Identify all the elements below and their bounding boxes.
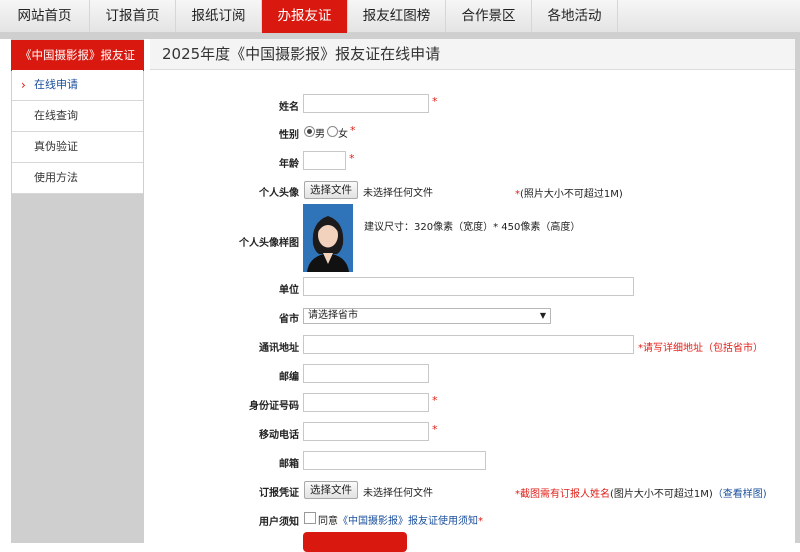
- avatar-label: 个人头像: [259, 188, 299, 199]
- unit-label: 单位: [279, 285, 299, 296]
- required-mark: *: [432, 423, 438, 436]
- voucher-file-status: 未选择任何文件: [363, 488, 433, 499]
- avatar-file-button[interactable]: 选择文件: [304, 181, 358, 199]
- email-input[interactable]: [303, 451, 486, 470]
- page-title: 2025年度《中国摄影报》报友证在线申请: [150, 39, 795, 70]
- sidebar-item-verify[interactable]: 真伪验证: [12, 132, 143, 163]
- avatar-note-text: (照片大小不可超过1M): [520, 189, 623, 200]
- voucher-note-red: 截图需有订报人姓名: [520, 489, 610, 500]
- nav-subscribe-home[interactable]: 订报首页: [90, 0, 176, 32]
- voucher-note-size: (图片大小不可超过1M): [610, 489, 713, 500]
- portrait-icon: [303, 204, 353, 272]
- sample-avatar-image: [303, 204, 353, 272]
- voucher-label: 订报凭证: [259, 488, 299, 499]
- nav-partner-scenic[interactable]: 合作景区: [446, 0, 532, 32]
- province-label: 省市: [279, 314, 299, 325]
- name-input[interactable]: [303, 94, 429, 113]
- avatar-file-status: 未选择任何文件: [363, 188, 433, 199]
- gender-label: 性别: [279, 130, 299, 141]
- sidebar-item-label: 真伪验证: [34, 140, 78, 153]
- usage-notice-link[interactable]: 《中国摄影报》报友证使用须知: [338, 516, 478, 527]
- idcard-input[interactable]: [303, 393, 429, 412]
- province-select-value: 请选择省市: [308, 310, 358, 321]
- sidebar-item-label: 在线申请: [34, 78, 78, 91]
- dropdown-arrow-icon: ▼: [539, 311, 546, 320]
- voucher-file-button[interactable]: 选择文件: [304, 481, 358, 499]
- gender-female-radio[interactable]: [327, 126, 338, 137]
- voucher-note: *截图需有订报人姓名(图片大小不可超过1M)（查看样图): [515, 485, 767, 500]
- submit-button[interactable]: [303, 532, 407, 552]
- sidebar-item-usage[interactable]: 使用方法: [12, 163, 143, 194]
- sample-avatar-label: 个人头像样图: [239, 238, 299, 249]
- nav-local-events[interactable]: 各地活动: [532, 0, 618, 32]
- gender-female-label: 女: [338, 129, 348, 140]
- required-mark: *: [350, 124, 356, 137]
- postcode-input[interactable]: [303, 364, 429, 383]
- sidebar-item-online-query[interactable]: 在线查询: [12, 101, 143, 132]
- unit-input[interactable]: [303, 277, 634, 296]
- postcode-label: 邮编: [279, 372, 299, 383]
- required-mark: *: [432, 95, 438, 108]
- notice-label: 用户须知: [259, 517, 299, 528]
- province-select[interactable]: 请选择省市 ▼: [303, 308, 551, 324]
- sidebar-item-label: 使用方法: [34, 171, 78, 184]
- agree-text: 同意《中国摄影报》报友证使用须知*: [318, 512, 483, 527]
- right-border: [795, 39, 800, 543]
- mobile-label: 移动电话: [259, 430, 299, 441]
- sample-size-note: 建议尺寸：320像素（宽度）* 450像素（高度）: [364, 222, 581, 233]
- address-input[interactable]: [303, 335, 634, 354]
- agree-prefix: 同意: [318, 516, 338, 527]
- gender-male-label: 男: [315, 129, 325, 140]
- mobile-input[interactable]: [303, 422, 429, 441]
- required-mark: *: [432, 394, 438, 407]
- email-label: 邮箱: [279, 459, 299, 470]
- avatar-note: *(照片大小不可超过1M): [515, 185, 623, 200]
- nav-home[interactable]: 网站首页: [0, 0, 90, 32]
- sidebar-header: 《中国摄影报》报友证: [11, 40, 144, 71]
- nav-reader-card[interactable]: 办报友证: [262, 0, 348, 34]
- idcard-label: 身份证号码: [249, 401, 299, 412]
- required-mark: *: [478, 516, 483, 527]
- sidebar: 《中国摄影报》报友证 › 在线申请 在线查询 真伪验证 使用方法: [11, 39, 144, 543]
- top-nav: 网站首页 订报首页 报纸订阅 办报友证 报友红图榜 合作景区 各地活动: [0, 0, 800, 34]
- chevron-right-icon: ›: [21, 78, 26, 92]
- sidebar-list: › 在线申请 在线查询 真伪验证 使用方法: [12, 70, 143, 194]
- required-mark: *: [349, 152, 355, 165]
- address-note: *请写详细地址（包括省市）: [638, 343, 763, 354]
- gender-male-radio[interactable]: [304, 126, 315, 137]
- age-label: 年龄: [279, 159, 299, 170]
- sidebar-item-online-apply[interactable]: › 在线申请: [12, 70, 143, 101]
- sidebar-item-label: 在线查询: [34, 109, 78, 122]
- agree-checkbox[interactable]: [304, 512, 316, 524]
- nav-reader-ranking[interactable]: 报友红图榜: [348, 0, 446, 32]
- address-label: 通讯地址: [259, 343, 299, 354]
- name-label: 姓名: [279, 102, 299, 113]
- age-input[interactable]: [303, 151, 346, 170]
- view-sample-link[interactable]: （查看样图): [713, 489, 767, 500]
- nav-newspaper-subscribe[interactable]: 报纸订阅: [176, 0, 262, 32]
